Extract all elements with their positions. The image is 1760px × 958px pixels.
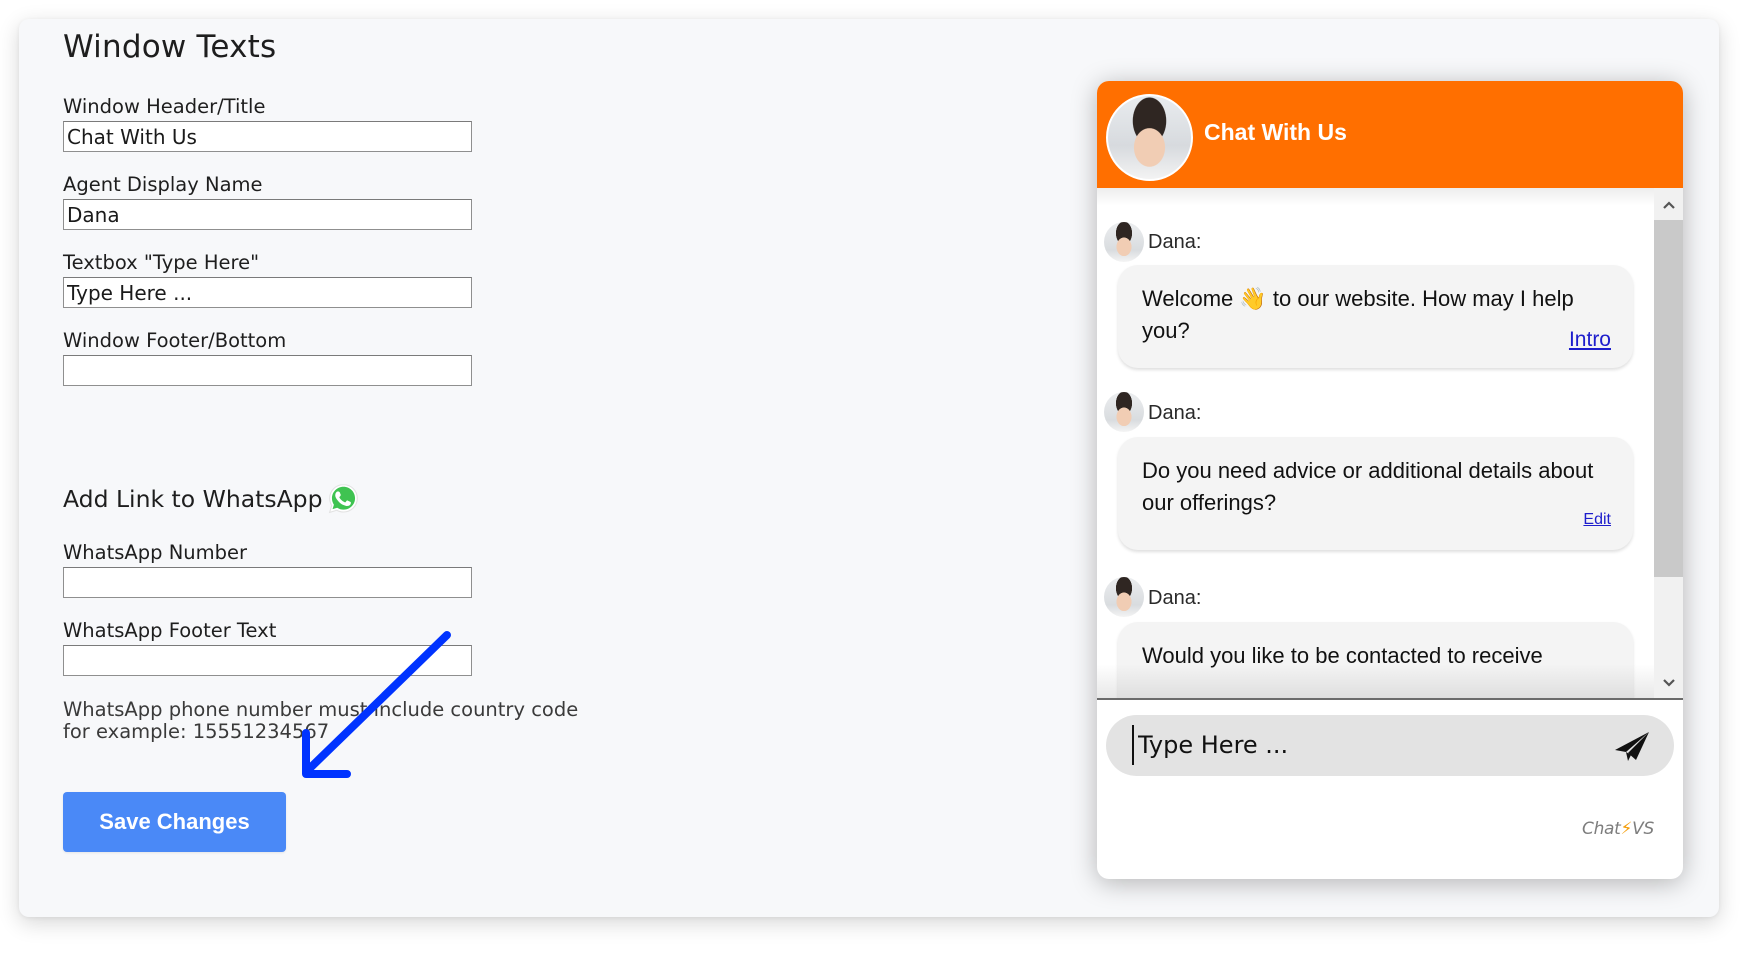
agent-name-label: Agent Display Name	[63, 173, 263, 196]
message-scrollbar[interactable]	[1654, 188, 1683, 698]
whatsapp-number-label: WhatsApp Number	[63, 541, 248, 564]
help-line-2: for example: 15551234567	[63, 720, 330, 743]
lightning-icon: ⚡	[1620, 819, 1633, 839]
whatsapp-footer-input[interactable]	[63, 645, 472, 676]
message-sender: Dana:	[1148, 231, 1202, 253]
input-divider	[1097, 698, 1683, 700]
message-sender: Dana:	[1148, 587, 1202, 609]
message-bubble: Do you need advice or additional details…	[1118, 437, 1633, 550]
save-button[interactable]: Save Changes	[63, 792, 286, 852]
whatsapp-number-input[interactable]	[63, 567, 472, 598]
scroll-thumb[interactable]	[1654, 220, 1683, 577]
section-title: Window Texts	[63, 29, 277, 65]
message-sender: Dana:	[1148, 402, 1202, 424]
footer-label: Window Footer/Bottom	[63, 329, 287, 352]
message-list: Dana: Welcome 👋 to our website. How may …	[1097, 188, 1654, 698]
chat-input-box	[1106, 715, 1674, 776]
help-line-1: WhatsApp phone number must include count…	[63, 698, 579, 721]
message-avatar	[1104, 222, 1144, 262]
intro-link[interactable]: Intro	[1569, 324, 1611, 356]
agent-name-input[interactable]	[63, 199, 472, 230]
chat-message-input[interactable]	[1132, 725, 1572, 765]
message-bubble: Would you like to be contacted to receiv…	[1118, 622, 1633, 698]
chat-widget-preview: Chat With Us Dana: Welcome 👋 to our webs…	[1097, 81, 1683, 879]
whatsapp-help-text: WhatsApp phone number must include count…	[63, 699, 578, 743]
message-avatar	[1104, 392, 1144, 432]
message-text: Would you like to be contacted to receiv…	[1142, 643, 1543, 668]
footer-input[interactable]	[63, 355, 472, 386]
whatsapp-icon	[327, 482, 360, 515]
header-title-input[interactable]	[63, 121, 472, 152]
edit-link[interactable]: Edit	[1583, 504, 1611, 536]
branding-chat: Chat	[1582, 819, 1621, 839]
chat-header: Chat With Us	[1097, 81, 1683, 188]
message-text: Welcome 👋 to our website. How may I help…	[1142, 286, 1574, 343]
chevron-up-icon[interactable]	[1654, 190, 1683, 220]
message-bubble: Welcome 👋 to our website. How may I help…	[1118, 265, 1633, 368]
branding-vs: VS	[1632, 819, 1654, 839]
message-text: Do you need advice or additional details…	[1142, 458, 1594, 515]
chevron-down-icon[interactable]	[1654, 668, 1683, 698]
whatsapp-title-text: Add Link to WhatsApp	[63, 484, 323, 513]
chatvs-branding: Chat⚡VS	[1582, 819, 1654, 839]
type-here-label: Textbox "Type Here"	[63, 251, 260, 274]
chat-header-title: Chat With Us	[1204, 119, 1347, 145]
paper-plane-icon[interactable]	[1614, 731, 1650, 763]
whatsapp-section-title: Add Link to WhatsApp	[63, 482, 360, 515]
message-avatar	[1104, 577, 1144, 617]
agent-avatar	[1106, 94, 1193, 181]
type-here-input[interactable]	[63, 277, 472, 308]
header-title-label: Window Header/Title	[63, 95, 266, 118]
whatsapp-footer-label: WhatsApp Footer Text	[63, 619, 277, 642]
